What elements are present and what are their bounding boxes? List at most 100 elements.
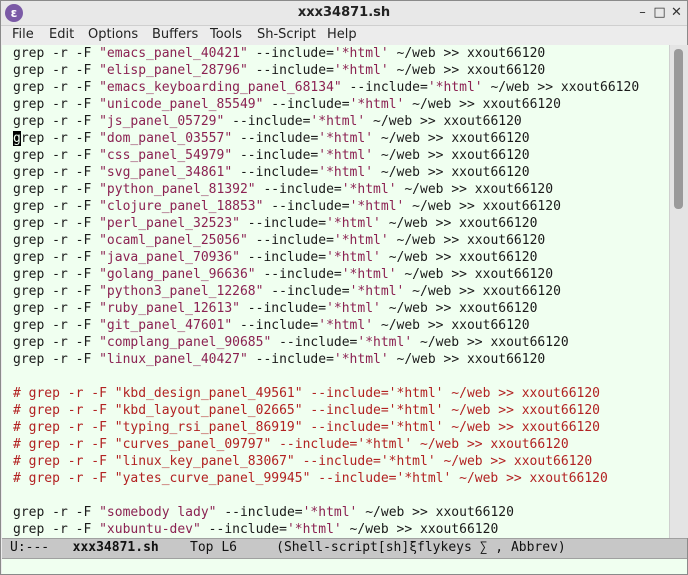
code-text: --include= — [232, 165, 319, 180]
minibuffer[interactable] — [2, 559, 687, 574]
code-text: ~/web >> xxout66120 — [404, 97, 561, 112]
string-literal: "python3_panel_12268" — [99, 284, 264, 299]
code-line: grep -r -F "elisp_panel_28796" --include… — [13, 62, 639, 79]
editor-area[interactable]: grep -r -F "emacs_panel_40421" --include… — [2, 45, 669, 538]
string-literal: '*html' — [318, 318, 374, 333]
comment-text: # grep -r -F "linux_key_panel_83067" --i… — [13, 454, 593, 469]
string-literal: "clojure_panel_18853" — [99, 199, 264, 214]
modeline-status: U:--- — [10, 540, 50, 555]
menu-file[interactable]: File — [12, 27, 34, 42]
code-line: grep -r -F "xubuntu-dev" --include='*htm… — [13, 521, 639, 538]
string-literal: "unicode_panel_85549" — [99, 97, 264, 112]
maximize-icon[interactable]: □ — [651, 4, 668, 21]
code-text: --include= — [239, 301, 327, 316]
code-text: grep -r -F — [13, 522, 100, 537]
code-text: ~/web >> xxout66120 — [388, 233, 546, 248]
string-literal: "java_panel_70936" — [99, 250, 240, 265]
code-text: grep -r -F — [13, 97, 100, 112]
string-literal: "perl_panel_32523" — [99, 216, 240, 231]
code-line: grep -r -F "ocaml_panel_25056" --include… — [13, 232, 639, 249]
string-literal: '*html' — [341, 267, 397, 282]
code-text: ~/web >> xxout66120 — [388, 352, 546, 367]
comment-text: # grep -r -F "typing_rsi_panel_86919" --… — [13, 420, 600, 435]
code-text: rep -r -F — [20, 131, 100, 146]
minimize-icon[interactable]: – — [634, 4, 651, 21]
comment-line: # grep -r -F "typing_rsi_panel_86919" --… — [13, 419, 639, 436]
menu-buffers[interactable]: Buffers — [152, 27, 198, 42]
comment-text: # grep -r -F "kbd_layout_panel_02665" --… — [13, 403, 600, 418]
code-text: --include= — [200, 522, 287, 537]
string-literal: '*html' — [341, 182, 397, 197]
string-literal: "dom_panel_03557" — [99, 131, 233, 146]
code-text: grep -r -F — [13, 182, 100, 197]
code-text: ~/web >> xxout66120 — [373, 148, 530, 163]
code-text: ~/web >> xxout66120 — [365, 114, 522, 129]
code-text: ~/web >> xxout66120 — [404, 284, 561, 299]
code-text: ~/web >> xxout66120 — [412, 335, 569, 350]
string-literal: "somebody lady" — [99, 505, 217, 520]
string-literal: '*html' — [318, 131, 374, 146]
mode-line: U:--- xxx34871.sh Top L6 (Shell-script[s… — [2, 538, 687, 559]
close-icon[interactable]: ✕ — [668, 4, 685, 21]
code-text: grep -r -F — [13, 352, 100, 367]
code-text: grep -r -F — [13, 165, 100, 180]
code-line: grep -r -F "clojure_panel_18853" --inclu… — [13, 198, 639, 215]
vertical-scrollbar[interactable] — [669, 45, 688, 538]
string-literal: "svg_panel_34861" — [99, 165, 233, 180]
code-line: grep -r -F "unicode_panel_85549" --inclu… — [13, 96, 639, 113]
code-line: grep -r -F "perl_panel_32523" --include=… — [13, 215, 639, 232]
string-literal: "git_panel_47601" — [99, 318, 233, 333]
string-literal: "linux_panel_40427" — [99, 352, 248, 367]
menu-options[interactable]: Options — [88, 27, 138, 42]
code-text: ~/web >> xxout66120 — [388, 46, 546, 61]
code-text: --include= — [255, 182, 342, 197]
code-text: ~/web >> xxout66120 — [482, 80, 640, 95]
modeline-position: Top L6 — [190, 540, 237, 555]
code-line: grep -r -F "ruby_panel_12613" --include=… — [13, 300, 639, 317]
code-text: --include= — [263, 97, 350, 112]
string-literal: "ruby_panel_12613" — [99, 301, 240, 316]
string-literal: "emacs_keyboarding_panel_68134" — [99, 80, 342, 95]
code-text: --include= — [247, 233, 334, 248]
code-lines: grep -r -F "emacs_panel_40421" --include… — [13, 45, 639, 538]
menu-help[interactable]: Help — [327, 27, 357, 42]
title-bar[interactable]: ε xxx34871.sh – □ ✕ — [1, 1, 687, 26]
menu-sh-script[interactable]: Sh-Script — [257, 27, 316, 42]
menu-edit[interactable]: Edit — [49, 27, 74, 42]
comment-text: # grep -r -F "yates_curve_panel_99945" -… — [13, 471, 608, 486]
code-text: ~/web >> xxout66120 — [373, 165, 530, 180]
blank-line — [13, 368, 639, 385]
code-text: ~/web >> xxout66120 — [373, 318, 530, 333]
code-line: grep -r -F "complang_panel_90685" --incl… — [13, 334, 639, 351]
code-text: --include= — [247, 63, 334, 78]
string-literal: '*html' — [286, 522, 342, 537]
string-literal: "emacs_panel_40421" — [99, 46, 248, 61]
string-literal: "xubuntu-dev" — [99, 522, 201, 537]
menu-tools[interactable]: Tools — [210, 27, 242, 42]
code-text: ~/web >> xxout66120 — [373, 131, 530, 146]
string-literal: '*html' — [349, 97, 405, 112]
code-text: --include= — [239, 216, 327, 231]
code-text: ~/web >> xxout66120 — [388, 63, 546, 78]
code-text: grep -r -F — [13, 301, 100, 316]
scrollbar-thumb[interactable] — [674, 49, 683, 209]
modeline-buffer-name[interactable]: xxx34871.sh — [73, 540, 159, 555]
code-text: --include= — [247, 46, 334, 61]
string-literal: '*html' — [326, 250, 381, 265]
code-text: --include= — [341, 80, 428, 95]
code-line: grep -r -F "python_panel_81392" --includ… — [13, 181, 639, 198]
code-line: grep -r -F "dom_panel_03557" --include='… — [13, 130, 639, 147]
code-text: --include= — [232, 318, 319, 333]
string-literal: "js_panel_05729" — [99, 114, 225, 129]
code-text: --include= — [232, 148, 319, 163]
string-literal: '*html' — [326, 301, 381, 316]
comment-line: # grep -r -F "yates_curve_panel_99945" -… — [13, 470, 639, 487]
code-text: --include= — [255, 267, 342, 282]
modeline-modes[interactable]: (Shell-script[sh]ξflykeys ∑ , Abbrev) — [276, 540, 566, 555]
string-literal: '*html' — [427, 80, 483, 95]
string-literal: '*html' — [318, 165, 374, 180]
code-text: ~/web >> xxout66120 — [396, 182, 554, 197]
code-text: ~/web >> xxout66120 — [380, 301, 538, 316]
code-text: grep -r -F — [13, 63, 100, 78]
code-text: ~/web >> xxout66120 — [380, 250, 538, 265]
